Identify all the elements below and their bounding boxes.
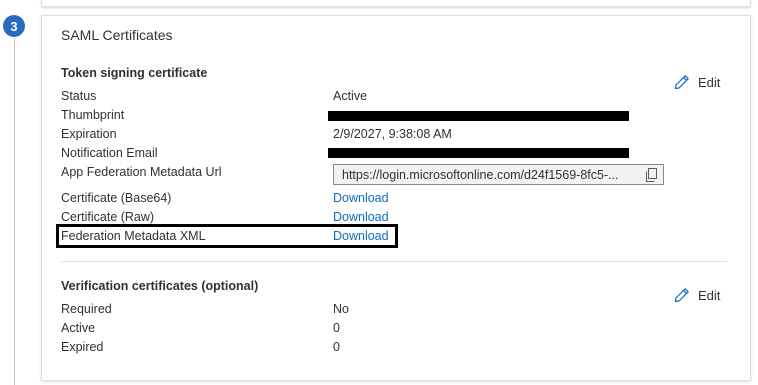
thumbprint-label: Thumbprint [61,108,125,122]
token-signing-heading: Token signing certificate [61,66,208,80]
step-number-badge: 3 [3,15,25,37]
metadata-url-field[interactable]: https://login.microsoftonline.com/d24f15… [333,164,664,185]
step-connector-line [14,38,15,385]
copy-icon[interactable] [645,168,658,182]
highlight-box [56,224,398,248]
status-value: Active [333,89,368,103]
token-edit-button[interactable]: Edit [674,74,720,90]
active-value: 0 [333,321,340,335]
status-label: Status [61,89,97,103]
certificate-raw-label: Certificate (Raw) [61,210,155,224]
required-value: No [333,302,349,316]
required-label: Required [61,302,112,316]
metadata-url-value: https://login.microsoftonline.com/d24f15… [342,167,619,182]
expiration-label: Expiration [61,127,117,141]
expiration-value: 2/9/2027, 9:38:08 AM [333,127,452,141]
certificate-base64-download-link[interactable]: Download [333,191,389,205]
expired-label: Expired [61,340,104,354]
verification-certificates-heading: Verification certificates (optional) [61,279,259,293]
active-label: Active [61,321,96,335]
token-edit-label: Edit [698,74,721,90]
pencil-icon [674,288,689,303]
certificate-raw-download-link[interactable]: Download [333,210,389,224]
verification-edit-button[interactable]: Edit [674,287,720,303]
verification-edit-label: Edit [698,287,721,303]
thumbprint-redaction [328,111,629,121]
metadata-url-label: App Federation Metadata Url [61,165,222,179]
notification-email-label: Notification Email [61,146,158,160]
card-title: SAML Certificates [61,27,173,43]
pencil-icon [674,75,689,90]
section-divider [61,261,727,262]
expired-value: 0 [333,340,340,354]
notification-email-redaction [328,148,629,158]
previous-card-edge [41,0,751,7]
certificate-base64-label: Certificate (Base64) [61,191,172,205]
